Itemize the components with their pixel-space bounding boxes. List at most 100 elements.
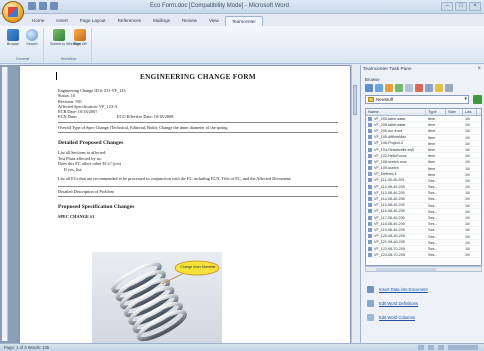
edit-word-columns-link[interactable]: Edit Word Columns <box>367 314 415 321</box>
divider <box>58 132 338 134</box>
row-name: VF_104-Relationfile-eqS <box>366 147 426 152</box>
word-window: Eco Form.doc [Compatibility Mode] - Micr… <box>0 0 484 351</box>
row-type: Ses... <box>428 234 438 239</box>
tab-view[interactable]: View <box>203 16 225 26</box>
row-name: VF_118-08-40-205 <box>366 221 426 226</box>
item-icon <box>368 166 372 171</box>
view-buttons <box>418 344 478 350</box>
tab-insert[interactable]: Insert <box>50 16 74 26</box>
column-header-size[interactable]: Size <box>446 109 463 115</box>
row-name-text: VF_104-Relationfile-eqS <box>374 147 415 152</box>
folder-select[interactable]: Newstuff ▾ <box>365 95 469 104</box>
pane-close-icon[interactable]: × <box>477 66 481 72</box>
properties-icon[interactable] <box>425 84 433 92</box>
row-date: 10/ <box>465 209 471 214</box>
teamcenter-task-pane: Teamcenter Task Pane × Browse Newstuff ▾… <box>360 65 484 343</box>
tab-mailings[interactable]: Mailings <box>147 16 176 26</box>
column-header-name[interactable]: Name <box>366 109 426 115</box>
sign-off-button[interactable]: Sign Off <box>72 29 88 46</box>
list-all-paragraph: List all ECs that are recommended to be … <box>58 176 292 182</box>
tab-references[interactable]: References <box>112 16 148 26</box>
row-name-text: VF_205-ecr-front <box>374 128 402 133</box>
up-folder-icon[interactable] <box>385 84 393 92</box>
back-icon[interactable] <box>365 84 373 92</box>
edit-word-definitions-link[interactable]: Edit Word Definitions <box>367 300 418 307</box>
tab-home[interactable]: Home <box>26 16 50 26</box>
row-size <box>446 221 463 226</box>
row-name-text: VF_119-08-40-205 <box>374 227 405 232</box>
row-name-text: VF_117-08-40-205 <box>374 215 405 220</box>
row-type: Item <box>428 166 436 171</box>
row-name: VF_205-table.datar <box>366 116 426 121</box>
row-name-text: VF_116-08-40-205 <box>374 209 405 214</box>
folder-select-value: Newstuff <box>376 97 394 102</box>
vertical-ruler <box>2 67 8 341</box>
ribbon-group-general: Browse Search General <box>2 28 44 62</box>
submit-to-workflow-button[interactable]: Submit to Workflow <box>50 29 81 46</box>
office-button[interactable] <box>2 1 24 23</box>
item-icon <box>368 227 372 232</box>
item-icon <box>368 221 372 226</box>
row-type: Item <box>428 154 436 159</box>
ribbon-tabs: Home Insert Page Layout References Maili… <box>26 16 263 26</box>
scroll-thumb[interactable] <box>353 85 357 115</box>
column-header-type[interactable]: Type <box>426 109 446 115</box>
section-heading-proposed: Proposed Specification Changes <box>58 204 135 211</box>
tab-page-layout[interactable]: Page Layout <box>74 16 112 26</box>
row-date: 10/ <box>465 172 471 177</box>
redo-icon[interactable] <box>50 2 58 10</box>
go-button[interactable] <box>473 95 482 104</box>
row-type: Ses... <box>428 209 438 214</box>
title-bar: Eco Form.doc [Compatibility Mode] - Micr… <box>0 0 484 14</box>
document-page[interactable]: ENGINEERING CHANGE FORM Engineering Chan… <box>20 66 350 351</box>
maximize-button[interactable]: □ <box>455 2 467 11</box>
row-type: Item <box>428 135 436 140</box>
delete-icon[interactable] <box>415 84 423 92</box>
tab-review[interactable]: Review <box>176 16 203 26</box>
search-label: Search <box>26 42 38 46</box>
more-options-icon[interactable] <box>445 84 453 92</box>
columns-icon <box>367 314 374 321</box>
row-name-text: VF_Defined-1 <box>374 172 397 177</box>
insert-data-link[interactable]: Insert Data into Document <box>367 286 428 293</box>
document-scrollbar[interactable] <box>351 65 358 343</box>
row-name-text: VF_205-table.datar <box>374 116 406 121</box>
row-name: VF_105-diffInetMax <box>366 135 426 140</box>
browse-label: Browse <box>7 42 19 46</box>
edit-definitions-label: Edit Word Definitions <box>379 301 419 306</box>
zoom-slider[interactable] <box>448 345 478 350</box>
web-layout-icon[interactable] <box>438 345 444 350</box>
forward-icon[interactable] <box>375 84 383 92</box>
full-screen-icon[interactable] <box>428 345 434 350</box>
row-name-text: VF_105-diffInetMax <box>374 135 407 140</box>
print-layout-icon[interactable] <box>418 345 424 350</box>
row-size <box>446 153 463 158</box>
row-size <box>446 159 463 164</box>
save-icon[interactable] <box>28 2 36 10</box>
undo-icon[interactable] <box>39 2 47 10</box>
pane-title: Teamcenter Task Pane <box>363 67 412 72</box>
minimize-button[interactable]: – <box>441 2 453 11</box>
search-button[interactable]: Search <box>24 29 40 46</box>
row-size <box>446 184 463 189</box>
row-name: VF_122-08-70-205 <box>366 246 426 251</box>
office-logo-icon <box>8 7 18 17</box>
column-header-last[interactable]: Las <box>463 109 477 115</box>
spring-image[interactable]: Change Inner Diameter <box>92 252 222 351</box>
item-icon <box>368 215 372 220</box>
refresh-icon[interactable] <box>395 84 403 92</box>
open-icon[interactable] <box>435 84 443 92</box>
tab-teamcenter[interactable]: Teamcenter <box>224 16 263 26</box>
row-name: VF_109-sketch <box>366 166 426 171</box>
new-icon[interactable] <box>405 84 413 92</box>
scroll-thumb[interactable] <box>376 268 436 271</box>
divider <box>58 196 338 198</box>
table-horizontal-scrollbar[interactable] <box>365 266 482 272</box>
row-size <box>446 116 463 121</box>
browse-button[interactable]: Browse <box>5 29 21 46</box>
item-icon <box>368 203 372 208</box>
row-size <box>446 246 463 251</box>
meta-ecn-date: ECN Date: <box>58 114 77 120</box>
table-row[interactable]: VF_123-08-70-205 Ses... 10/ <box>366 252 481 259</box>
close-button[interactable]: × <box>469 2 481 11</box>
